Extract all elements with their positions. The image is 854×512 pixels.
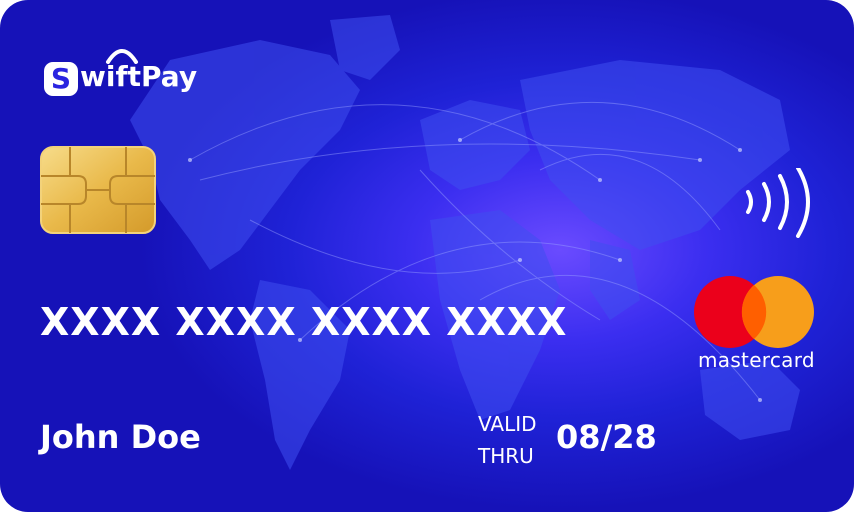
cardholder-name: John Doe: [40, 418, 201, 456]
mastercard-logo: [694, 276, 814, 348]
valid-label-line2: THRU: [478, 444, 534, 468]
credit-card: S wiftPay XXXX XXXX XXXX XXXX mastercard…: [0, 0, 854, 512]
contactless-icon: [746, 168, 810, 238]
card-number: XXXX XXXX XXXX XXXX: [40, 300, 568, 344]
logo-badge: S: [44, 62, 78, 96]
chip-icon: [40, 146, 156, 234]
expiry-date: 08/28: [556, 418, 657, 456]
brand-name: wiftPay: [80, 60, 198, 93]
valid-label-line1: VALID: [478, 412, 537, 436]
network-name: mastercard: [698, 348, 815, 372]
